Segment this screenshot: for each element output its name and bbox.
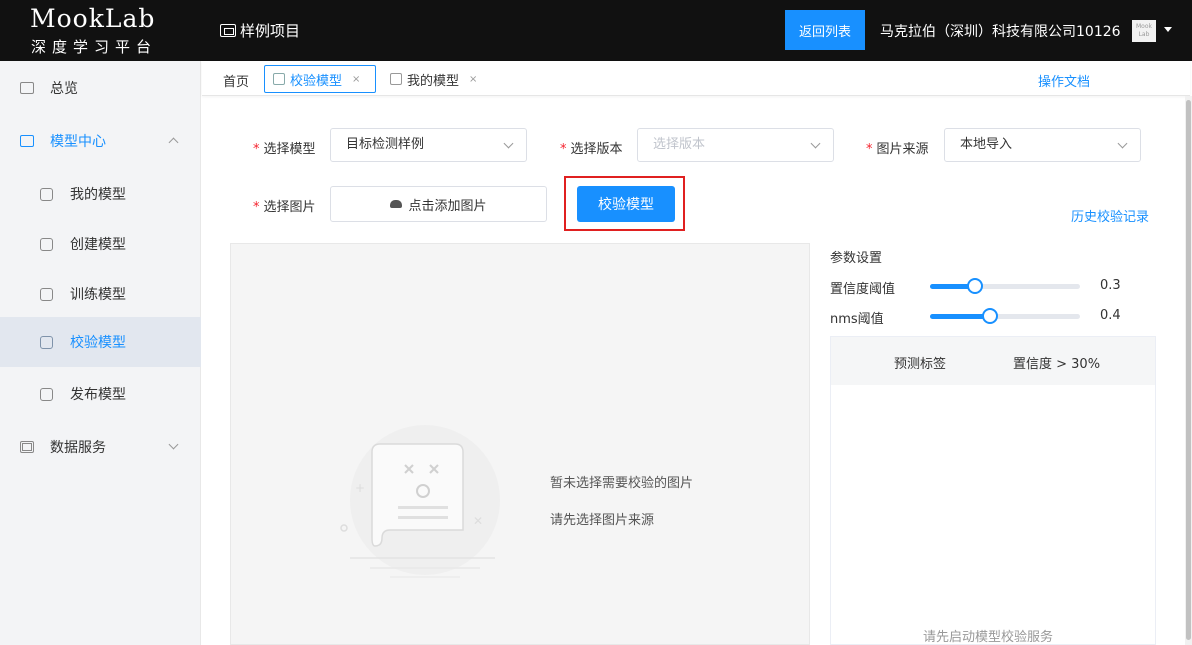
- tab-label: 我的模型: [407, 73, 460, 89]
- overview-icon: [20, 82, 34, 94]
- verify-model-button[interactable]: 校验模型: [577, 186, 675, 222]
- model-select-value: 目标检测样例: [346, 137, 425, 152]
- empty-preview-hint: 请先选择图片来源: [550, 513, 655, 528]
- results-table: 预测标签 置信度 > 30% 请先启动模型校验服务: [830, 336, 1156, 645]
- scrollbar[interactable]: [1185, 96, 1192, 645]
- results-table-header: 预测标签 置信度 > 30%: [831, 337, 1155, 385]
- results-empty-message: 请先启动模型校验服务: [923, 630, 1054, 645]
- sidebar-item-label: 数据服务: [50, 440, 106, 456]
- sidebar-item-label: 训练模型: [70, 287, 126, 303]
- model-select[interactable]: 目标检测样例: [330, 128, 527, 162]
- empty-document-icon: + ✕: [340, 425, 500, 578]
- close-icon[interactable]: ×: [469, 74, 477, 85]
- logo[interactable]: MookLab 深度学习平台: [0, 0, 200, 61]
- cube-icon: [390, 73, 402, 85]
- sidebar-item-create-model[interactable]: 创建模型: [0, 219, 201, 269]
- tab-label: 校验模型: [290, 73, 343, 89]
- top-header: MookLab 深度学习平台 样例项目 返回列表 马克拉伯（深圳）科技有限公司1…: [0, 0, 1192, 61]
- cube-icon: [40, 187, 53, 201]
- sidebar-item-publish-model[interactable]: 发布模型: [0, 369, 201, 419]
- logo-subtitle: 深度学习平台: [31, 38, 158, 56]
- cube-icon: [40, 287, 53, 301]
- chevron-down-icon: [810, 138, 821, 149]
- chevron-down-icon: [168, 439, 179, 450]
- empty-preview-text: 暂未选择需要校验的图片: [550, 476, 694, 491]
- sidebar-item-label: 总览: [50, 81, 78, 97]
- svg-text:✕: ✕: [473, 514, 483, 528]
- col-predicted-label: 预测标签: [894, 357, 947, 372]
- svg-text:+: +: [355, 481, 365, 495]
- company-name: 马克拉伯（深圳）科技有限公司10126: [880, 24, 1121, 40]
- confidence-slider[interactable]: [930, 278, 1080, 294]
- nms-slider-fill: [930, 314, 990, 319]
- select-image-label: * 选择图片: [253, 200, 316, 215]
- project-icon: [220, 24, 236, 37]
- sidebar-item-model-center[interactable]: 模型中心: [0, 116, 201, 166]
- sidebar-item-train-model[interactable]: 训练模型: [0, 269, 201, 319]
- cube-icon: [40, 335, 53, 349]
- chevron-down-icon: [1117, 138, 1128, 149]
- select-model-label: * 选择模型: [253, 142, 316, 157]
- sidebar-item-label: 我的模型: [70, 187, 126, 203]
- sidebar: 总览 模型中心 我的模型 创建模型 训练模型 校验模型 发布模型 数据服务: [0, 61, 201, 645]
- scrollbar-thumb[interactable]: [1186, 100, 1191, 640]
- sidebar-item-label: 发布模型: [70, 387, 126, 403]
- cube-icon: [40, 237, 53, 251]
- cube-icon: [20, 135, 34, 147]
- back-to-list-button[interactable]: 返回列表: [785, 10, 865, 50]
- confidence-slider-handle[interactable]: [967, 278, 983, 294]
- nms-slider-handle[interactable]: [982, 308, 998, 324]
- params-title: 参数设置: [830, 251, 883, 266]
- database-icon: [20, 441, 34, 453]
- add-image-button[interactable]: 点击添加图片: [330, 186, 547, 222]
- tab-home[interactable]: 首页: [223, 71, 249, 90]
- close-icon[interactable]: ×: [352, 74, 360, 85]
- sidebar-item-overview[interactable]: 总览: [0, 63, 201, 113]
- version-select[interactable]: 选择版本: [637, 128, 834, 162]
- sidebar-item-label: 模型中心: [50, 134, 106, 150]
- nms-slider[interactable]: [930, 308, 1080, 324]
- history-link[interactable]: 历史校验记录: [1071, 206, 1149, 225]
- cloud-upload-icon: [390, 200, 403, 208]
- project-name: 样例项目: [240, 22, 301, 40]
- logo-title: MookLab: [30, 4, 156, 33]
- version-select-placeholder: 选择版本: [653, 137, 706, 152]
- add-image-label: 点击添加图片: [408, 198, 487, 214]
- confidence-label: 置信度阈值: [830, 282, 896, 297]
- nms-label: nms阈值: [830, 312, 884, 327]
- project-title: 样例项目: [220, 20, 300, 41]
- sidebar-item-data-service[interactable]: 数据服务: [0, 422, 201, 472]
- image-source-value: 本地导入: [960, 137, 1013, 152]
- tab-my-models[interactable]: 我的模型 ×: [382, 65, 485, 93]
- image-preview-area: [230, 243, 810, 645]
- nms-value: 0.4: [1100, 308, 1121, 323]
- tab-verify-model[interactable]: 校验模型 ×: [264, 65, 376, 93]
- cube-icon: [273, 73, 285, 85]
- col-confidence: 置信度 > 30%: [1013, 357, 1101, 372]
- avatar[interactable]: Mook Lab: [1132, 20, 1156, 42]
- sidebar-item-label: 创建模型: [70, 237, 126, 253]
- confidence-value: 0.3: [1100, 278, 1121, 293]
- tabs-bar: 首页 校验模型 × 我的模型 × 操作文档: [202, 61, 1190, 96]
- chevron-down-icon: [503, 138, 514, 149]
- select-version-label: * 选择版本: [560, 142, 623, 157]
- user-menu-caret-icon[interactable]: [1164, 27, 1172, 32]
- sidebar-item-my-models[interactable]: 我的模型: [0, 169, 201, 219]
- chevron-up-icon: [168, 137, 179, 148]
- sidebar-item-verify-model[interactable]: 校验模型: [0, 317, 201, 367]
- cube-icon: [40, 387, 53, 401]
- image-source-select[interactable]: 本地导入: [944, 128, 1141, 162]
- sidebar-item-label: 校验模型: [70, 335, 126, 351]
- docs-link[interactable]: 操作文档: [1038, 71, 1090, 90]
- image-source-label: * 图片来源: [866, 142, 929, 157]
